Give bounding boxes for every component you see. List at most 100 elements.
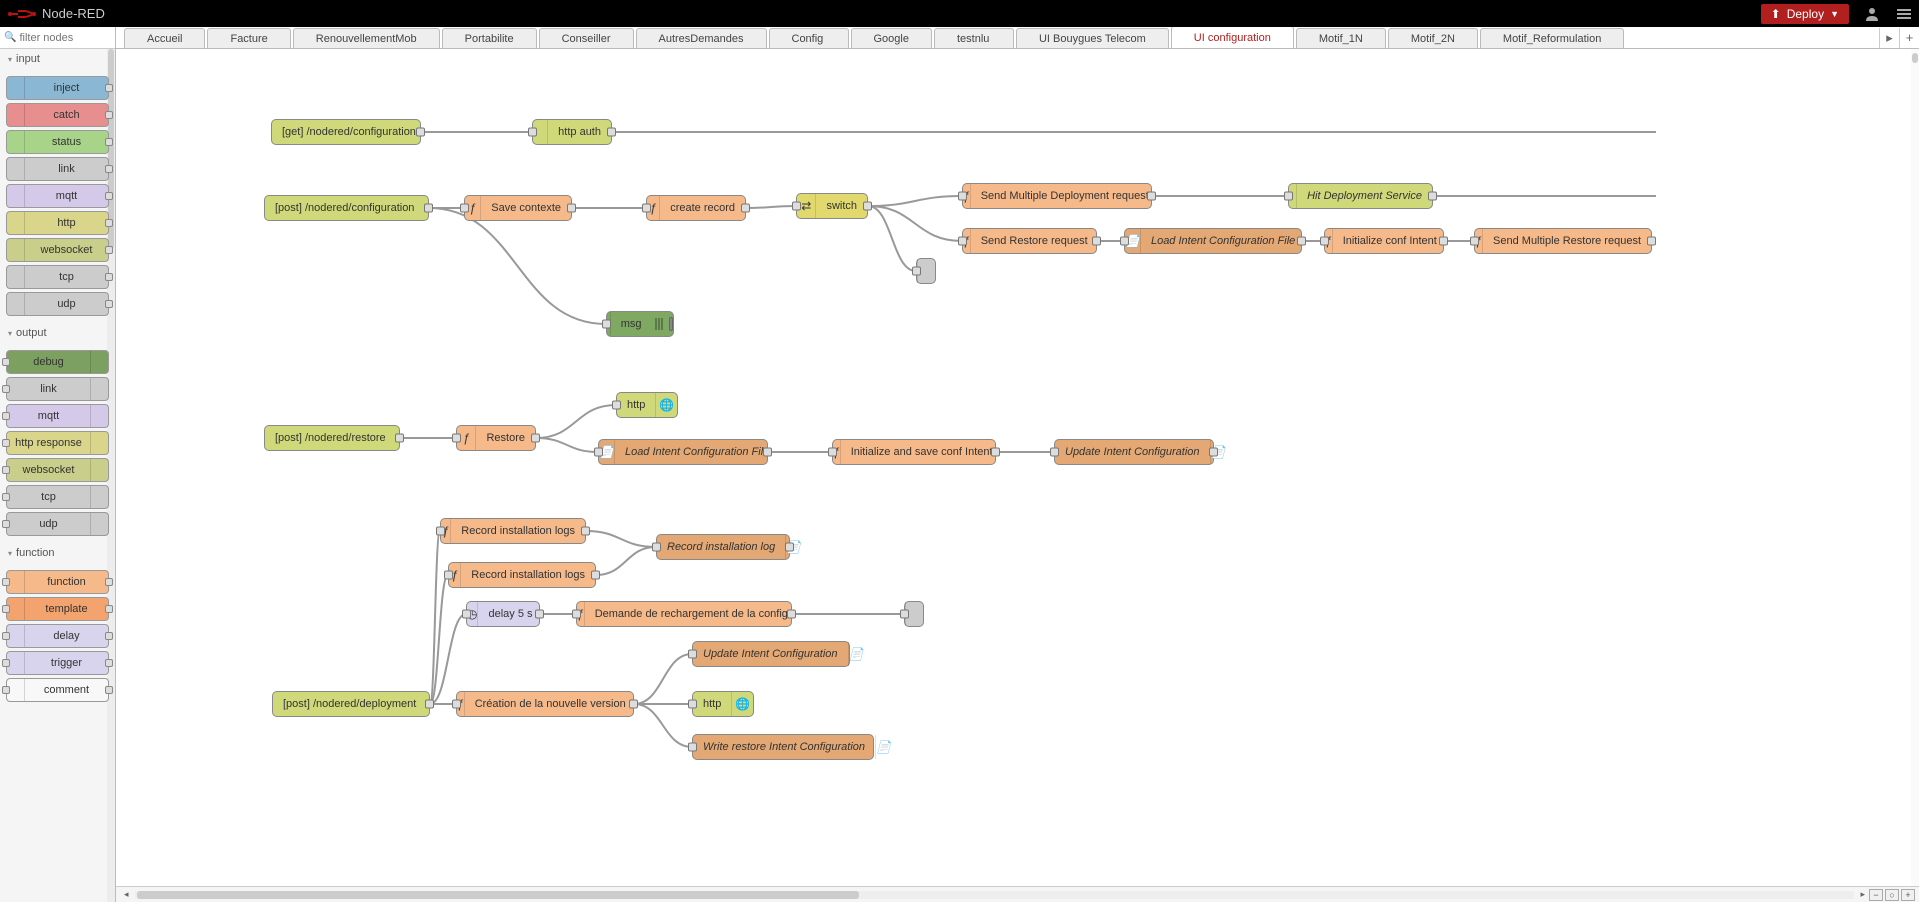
tab-testnlu[interactable]: testnlu [934, 28, 1014, 48]
node-input-port[interactable] [572, 610, 581, 619]
palette-node-http-response[interactable]: http response [6, 431, 109, 455]
palette-node-link[interactable]: link [6, 157, 109, 181]
flow-node-http-auth[interactable]: http auth [532, 119, 612, 145]
node-input-port[interactable] [452, 700, 461, 709]
palette-node-udp[interactable]: udp [6, 512, 109, 536]
menu-button[interactable] [1889, 0, 1919, 27]
node-output-port[interactable] [991, 448, 1000, 457]
palette-node-comment[interactable]: comment [6, 678, 109, 702]
node-input-port[interactable] [612, 401, 621, 410]
node-input-port[interactable] [1284, 192, 1293, 201]
flow-node-restore[interactable]: ƒRestore [456, 425, 536, 451]
flow-node-record-installation-logs[interactable]: ƒRecord installation logs [448, 562, 596, 588]
node-output-port[interactable] [1439, 237, 1448, 246]
flow-node-send-multiple-restore-request[interactable]: ƒSend Multiple Restore request [1474, 228, 1652, 254]
tab-portabilite[interactable]: Portabilite [442, 28, 537, 48]
flow-node-send-multiple-deployment-request[interactable]: ƒSend Multiple Deployment request [962, 183, 1152, 209]
node-input-port[interactable] [652, 543, 661, 552]
palette-node-template[interactable]: template [6, 597, 109, 621]
flow-node--post---nodered-deployment[interactable]: [post] /nodered/deployment [272, 691, 430, 717]
tab-google[interactable]: Google [851, 28, 932, 48]
flow-canvas[interactable]: [get] /nodered/configuration http auth [po… [116, 49, 1919, 886]
canvas-scrollbar-horizontal[interactable] [135, 891, 1855, 899]
node-input-port[interactable] [642, 204, 651, 213]
tab-ui-bouygues-telecom[interactable]: UI Bouygues Telecom [1016, 28, 1169, 48]
node-input-port[interactable] [594, 448, 603, 457]
palette-node-inject[interactable]: inject [6, 76, 109, 100]
node-input-port[interactable] [900, 610, 909, 619]
node-output-port[interactable] [535, 610, 544, 619]
node-input-port[interactable] [688, 650, 697, 659]
flow-node-load-intent-configuration-file[interactable]: 📄Load Intent Configuration File [1124, 228, 1302, 254]
node-output-port[interactable] [591, 571, 600, 580]
tab-autresdemandes[interactable]: AutresDemandes [636, 28, 767, 48]
palette-node-status[interactable]: status [6, 130, 109, 154]
node-input-port[interactable] [460, 204, 469, 213]
flow-node-update-intent-configuration[interactable]: Update Intent Configuration📄 [692, 641, 850, 667]
flow-node-create-record[interactable]: ƒcreate record [646, 195, 746, 221]
palette-category-function[interactable]: ▾function [0, 543, 115, 563]
node-input-port[interactable] [1120, 237, 1129, 246]
node-input-port[interactable] [1050, 448, 1059, 457]
canvas-scrollbar-vertical[interactable] [1911, 49, 1919, 886]
zoom-in-button[interactable]: + [1901, 889, 1915, 901]
flow-node-cr-ation-de-la-nouvelle-version[interactable]: ƒCréation de la nouvelle version [456, 691, 634, 717]
node-input-port[interactable] [1320, 237, 1329, 246]
palette-node-link[interactable]: link [6, 377, 109, 401]
user-button[interactable] [1857, 0, 1887, 27]
deploy-button[interactable]: ⬆ Deploy ▼ [1761, 4, 1849, 24]
node-output-port[interactable] [607, 128, 616, 137]
flow-node-msg[interactable]: msg [606, 311, 674, 337]
palette-node-tcp[interactable]: tcp [6, 265, 109, 289]
palette-category-output[interactable]: ▾output [0, 323, 115, 343]
node-output-port[interactable] [395, 434, 404, 443]
node-input-port[interactable] [602, 320, 611, 329]
palette-node-mqtt[interactable]: mqtt [6, 184, 109, 208]
node-output-port[interactable] [863, 202, 872, 211]
palette-node-websocket[interactable]: websocket [6, 458, 109, 482]
node-output-port[interactable] [763, 448, 772, 457]
tab-ui-configuration[interactable]: UI configuration [1171, 27, 1294, 48]
node-input-port[interactable] [688, 743, 697, 752]
flow-node-http[interactable]: http🌐 [616, 392, 678, 418]
flow-node-initialize-and-save-conf-intent[interactable]: ƒInitialize and save conf Intent [832, 439, 996, 465]
node-input-port[interactable] [452, 434, 461, 443]
node-input-port[interactable] [958, 237, 967, 246]
flow-node-http[interactable]: http🌐 [692, 691, 754, 717]
node-input-port[interactable] [528, 128, 537, 137]
palette-node-debug[interactable]: debug [6, 350, 109, 374]
tab-renouvellementmob[interactable]: RenouvellementMob [293, 28, 440, 48]
palette-node-catch[interactable]: catch [6, 103, 109, 127]
palette-node-http[interactable]: http [6, 211, 109, 235]
node-output-port[interactable] [785, 543, 794, 552]
node-output-port[interactable] [567, 204, 576, 213]
node-output-port[interactable] [787, 610, 796, 619]
node-input-port[interactable] [792, 202, 801, 211]
tab-facture[interactable]: Facture [207, 28, 290, 48]
node-output-port[interactable] [1647, 237, 1656, 246]
flow-node-write-restore-intent-configuration[interactable]: Write restore Intent Configuration📄 [692, 734, 874, 760]
node-input-port[interactable] [436, 527, 445, 536]
node-input-port[interactable] [462, 610, 471, 619]
flow-node-demande-de-rechargement-de-la-config[interactable]: ƒDemande de rechargement de la config [576, 601, 792, 627]
tab-scroll-right[interactable]: ▸ [1879, 28, 1899, 48]
node-output-port[interactable] [416, 128, 425, 137]
flow-node-delay-5-s[interactable]: ◷delay 5 s [466, 601, 540, 627]
palette-node-udp[interactable]: udp [6, 292, 109, 316]
flow-node-save-contexte[interactable]: ƒSave contexte [464, 195, 572, 221]
node-input-port[interactable] [958, 192, 967, 201]
node-output-port[interactable] [531, 434, 540, 443]
tab-motif-1n[interactable]: Motif_1N [1296, 28, 1386, 48]
palette-node-websocket[interactable]: websocket [6, 238, 109, 262]
node-input-port[interactable] [688, 700, 697, 709]
palette-node-delay[interactable]: delay [6, 624, 109, 648]
tab-add-button[interactable]: + [1899, 28, 1919, 48]
flow-node--get---nodered-configuration[interactable]: [get] /nodered/configuration [271, 119, 421, 145]
palette-node-function[interactable]: function [6, 570, 109, 594]
flow-node-hit-deployment-service[interactable]: Hit Deployment Service [1288, 183, 1433, 209]
node-output-port[interactable] [581, 527, 590, 536]
flow-node-send-restore-request[interactable]: ƒSend Restore request [962, 228, 1097, 254]
node-input-port[interactable] [444, 571, 453, 580]
node-output-port[interactable] [1428, 192, 1437, 201]
node-input-port[interactable] [828, 448, 837, 457]
